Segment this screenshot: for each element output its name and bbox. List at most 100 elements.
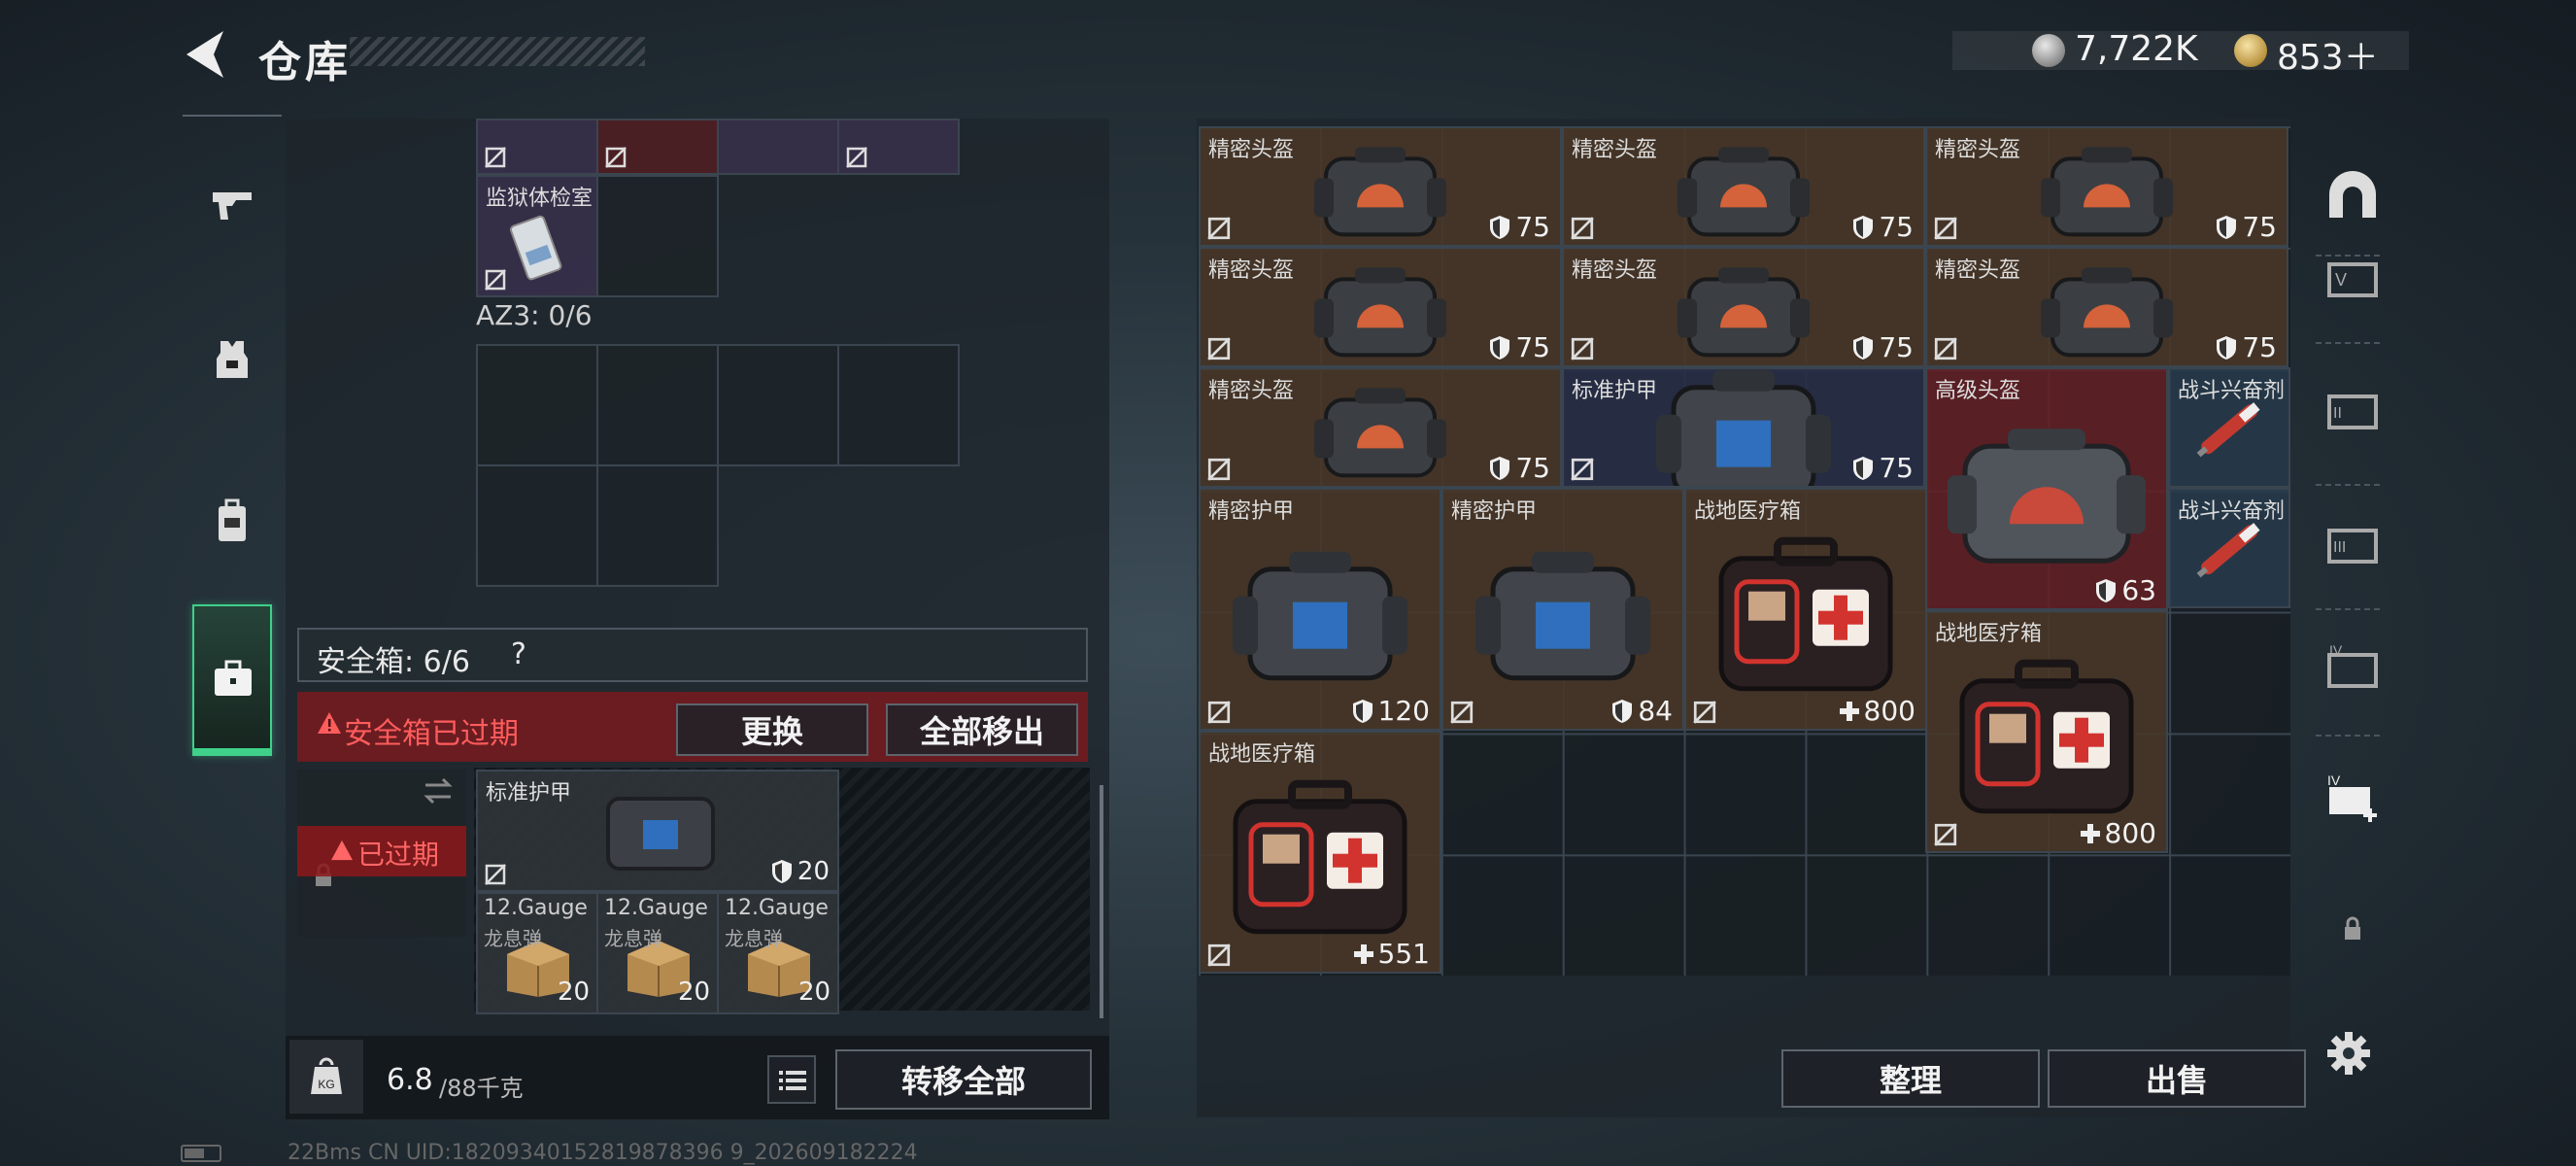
help-button[interactable]: ?: [511, 637, 526, 671]
item-value: 75: [1488, 452, 1550, 484]
page-title: 仓库: [258, 38, 352, 87]
ammo-count: 20: [678, 977, 711, 1007]
helmet-item[interactable]: 精密头盔 75: [1562, 126, 1925, 247]
helmet-item[interactable]: 精密头盔 75: [1925, 247, 2288, 367]
helmet-icon: [1308, 380, 1452, 485]
durability-shield-icon: [1853, 215, 1874, 239]
armor-item[interactable]: 标准护甲 20: [476, 770, 839, 892]
nav-secure-case[interactable]: [192, 604, 272, 756]
nav-divider: [183, 115, 282, 117]
durability-shield-icon: [2096, 578, 2117, 602]
helmet-item[interactable]: 高级头盔 63: [1925, 367, 2168, 610]
inventory-slot[interactable]: [476, 119, 598, 175]
helmet-item[interactable]: 精密头盔 75: [1925, 126, 2288, 247]
empty-slot[interactable]: [596, 464, 719, 587]
tab-add-storage[interactable]: IV: [2312, 740, 2393, 857]
weight-icon-box: KG: [289, 1040, 363, 1114]
item-value-number: 75: [1515, 331, 1550, 363]
helmet-item[interactable]: 精密头盔 75: [1199, 367, 1562, 488]
armor-vest-icon: [606, 797, 715, 871]
medkit-item[interactable]: 战地医疗箱 551: [1199, 731, 1441, 974]
no-insure-icon: [605, 147, 627, 168]
empty-slot[interactable]: [596, 175, 719, 297]
transfer-all-button[interactable]: 转移全部: [835, 1049, 1092, 1110]
heal-plus-icon: [1839, 701, 1859, 721]
gold-coin-icon: [2234, 34, 2267, 67]
ammo-name: 12.Gauge: [725, 896, 829, 920]
item-value-number: 75: [1879, 452, 1914, 484]
back-arrow-icon[interactable]: [181, 27, 227, 82]
tab-warehouse-2[interactable]: V: [2312, 220, 2393, 336]
container-capacity-label: AZ3: 0/6: [476, 299, 593, 331]
nav-backpack[interactable]: [183, 453, 282, 589]
durability-shield-icon: [1490, 215, 1510, 239]
no-insure-icon: [1571, 458, 1594, 481]
helmet-item[interactable]: 精密头盔 75: [1562, 247, 1925, 367]
tab-warehouse-3[interactable]: II: [2312, 352, 2393, 468]
nav-armor[interactable]: [183, 292, 282, 428]
nav-weapons[interactable]: [183, 136, 282, 272]
swap-button[interactable]: 更换: [676, 703, 868, 756]
item-value: 84: [1610, 695, 1673, 727]
empty-slot[interactable]: [717, 344, 839, 466]
armor-item[interactable]: 标准护甲 75: [1562, 367, 1925, 488]
item-name: 精密头盔: [1572, 258, 1658, 283]
item-name: 标准护甲: [1572, 379, 1658, 403]
weight-icon: KG: [311, 1057, 342, 1094]
item-name: 精密头盔: [1208, 258, 1295, 283]
empty-slot[interactable]: [596, 344, 719, 466]
tab-warehouse-4[interactable]: III: [2312, 486, 2393, 602]
tunnel-icon: [2329, 171, 2376, 218]
tab-warehouse-5[interactable]: IV: [2312, 608, 2393, 725]
empty-slot[interactable]: [476, 464, 598, 587]
warning-icon: [331, 840, 353, 861]
ammo-name: 12.Gauge: [604, 896, 708, 920]
empty-slot[interactable]: [837, 344, 960, 466]
settings-gear-icon[interactable]: [2325, 1030, 2372, 1077]
inventory-slot[interactable]: [717, 119, 839, 175]
item-name: 监狱体检室: [486, 187, 593, 211]
empty-slot[interactable]: [476, 344, 598, 466]
key-card-item[interactable]: 监狱体检室: [476, 175, 598, 297]
silver-amount: 7,722K: [2075, 29, 2198, 69]
expired-warning-text: 安全箱已过期: [344, 717, 519, 751]
item-name: 精密头盔: [1208, 138, 1295, 162]
medkit-item[interactable]: 战地医疗箱 800: [1684, 488, 1927, 731]
item-value: 75: [1488, 331, 1550, 363]
item-value: 75: [2215, 211, 2277, 243]
medkit-item[interactable]: 战地医疗箱 800: [1925, 610, 2168, 853]
item-name: 标准护甲: [486, 781, 572, 806]
ammo-name: 12.Gauge: [484, 896, 588, 920]
briefcase-icon: [215, 660, 252, 696]
stimulant-item[interactable]: 战斗兴奋剂: [2168, 367, 2290, 488]
durability-shield-icon: [1490, 335, 1510, 360]
silver-coin-icon: [2032, 34, 2065, 67]
weight-max: /88千克: [439, 1075, 524, 1102]
stimulant-item[interactable]: 战斗兴奋剂: [2168, 488, 2290, 608]
secure-case-label: 安全箱: 6/6: [317, 645, 470, 679]
helmet-item[interactable]: 精密头盔 75: [1199, 247, 1562, 367]
list-view-button[interactable]: [767, 1055, 816, 1104]
durability-shield-icon: [1612, 699, 1633, 723]
ammo-subtitle: 龙息弹: [604, 927, 662, 950]
case-iv-add-icon: IV: [2327, 773, 2377, 822]
inventory-slot[interactable]: [837, 119, 960, 175]
warning-icon: [318, 712, 341, 734]
armor-item[interactable]: 精密护甲 84: [1441, 488, 1684, 731]
weight-current: 6.8: [387, 1063, 433, 1097]
sell-button[interactable]: 出售: [2048, 1049, 2306, 1108]
gold-amount[interactable]: 853＋: [2277, 29, 2379, 80]
no-insure-icon: [1693, 701, 1716, 724]
backpack-icon: [219, 498, 246, 541]
inventory-slot[interactable]: [596, 119, 719, 175]
ammo-count: 20: [558, 977, 591, 1007]
heal-plus-icon: [1353, 943, 1373, 964]
sort-button[interactable]: 整理: [1781, 1049, 2040, 1108]
lock-icon: [2345, 916, 2360, 940]
armor-item[interactable]: 精密护甲 120: [1199, 488, 1441, 731]
scrollbar[interactable]: [1100, 785, 1103, 1018]
helmet-item[interactable]: 精密头盔 75: [1199, 126, 1562, 247]
item-value-number: 75: [1515, 452, 1550, 484]
move-all-out-button[interactable]: 全部移出: [886, 703, 1078, 756]
item-value-number: 75: [2242, 331, 2277, 363]
